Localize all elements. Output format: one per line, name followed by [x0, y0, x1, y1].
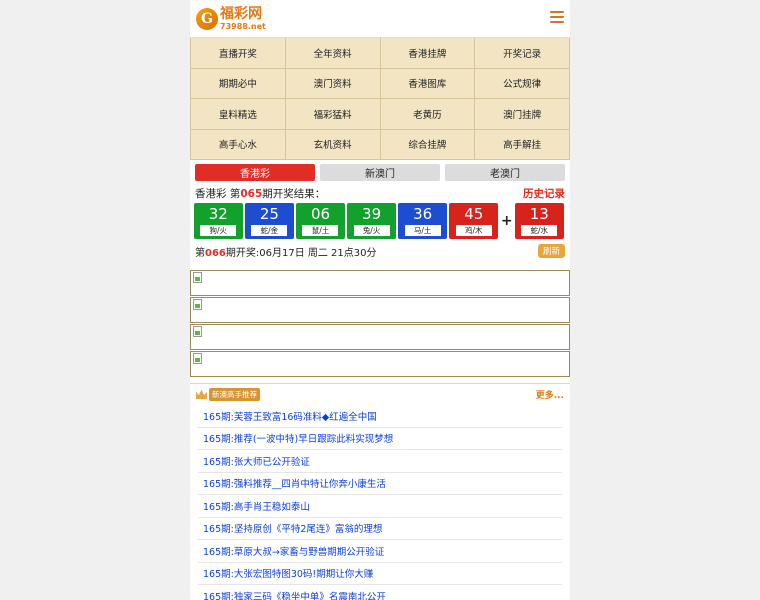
nav-grid: 直播开奖 全年资料 香港挂牌 开奖记录期期必中 澳门资料 香港图库 公式规律皇料精选 福彩猛料… — [190, 38, 570, 160]
lottery-ball: 25 蛇/金 — [245, 203, 294, 239]
banner-images — [190, 270, 570, 377]
nav-grid-item[interactable]: 皇料精选 — [191, 99, 286, 130]
menu-bar — [550, 16, 564, 18]
news-badge-label: 新澳高手推荐 — [209, 388, 260, 401]
broken-image-icon — [193, 299, 202, 310]
logo[interactable]: G 福彩网 73988.net — [196, 5, 266, 33]
result-prefix: 香港彩 第 — [195, 187, 241, 200]
lottery-tab[interactable]: 老澳门 — [445, 164, 565, 181]
news-item[interactable]: 165期:大张宏图特图30码!期期让你大赚 — [198, 563, 562, 585]
nav-grid-item[interactable]: 开奖记录 — [475, 38, 570, 69]
banner-image[interactable] — [190, 297, 570, 323]
lottery-tabs: 香港彩 新澳门 老澳门 — [190, 160, 570, 184]
logo-domain: 73988.net — [220, 22, 266, 31]
lottery-ball: 06 鼠/土 — [296, 203, 345, 239]
lottery-ball: 32 狗/火 — [194, 203, 243, 239]
news-item[interactable]: 165期:独家三码《稳坐中单》名震南北公开 — [198, 585, 562, 600]
news-item[interactable]: 165期:高手肖王稳如泰山 — [198, 495, 562, 518]
banner-image[interactable] — [190, 270, 570, 296]
banner-image[interactable] — [190, 324, 570, 350]
result-header: 香港彩 第065期开奖结果： 历史记录 — [190, 184, 570, 202]
refresh-button[interactable]: 刷新 — [537, 244, 565, 258]
broken-image-icon — [193, 272, 202, 283]
ball-number: 36 — [413, 205, 433, 223]
nav-grid-item[interactable]: 高手心水 — [191, 129, 286, 160]
more-link[interactable]: 更多... — [536, 388, 564, 401]
ball-number: 13 — [529, 205, 549, 223]
next-draw-suffix: 期开奖:06月17日 周二 21点30分 — [225, 247, 377, 259]
nav-grid-item[interactable]: 香港图库 — [380, 68, 476, 99]
nav-grid-item[interactable]: 香港挂牌 — [380, 38, 476, 69]
next-draw-text: 第066期开奖:06月17日 周二 21点30分 — [195, 244, 377, 259]
news-item[interactable]: 165期:芙蓉王致富16码准料◆红遍全中国 — [198, 405, 562, 428]
menu-bar — [550, 21, 564, 23]
ball-number: 39 — [362, 205, 382, 223]
nav-grid-item[interactable]: 直播开奖 — [191, 38, 286, 69]
ball-zodiac: 鼠/土 — [302, 225, 339, 236]
news-header: 新澳高手推荐 更多... — [190, 383, 570, 405]
ball-number: 45 — [464, 205, 484, 223]
nav-grid-item[interactable]: 公式规律 — [475, 68, 570, 99]
news-list: 165期:芙蓉王致富16码准料◆红遍全中国 165期:推荐(一波中特)早日跟踪此料… — [190, 405, 570, 600]
nav-grid-item[interactable]: 综合挂牌 — [380, 129, 476, 160]
header: G 福彩网 73988.net — [190, 0, 570, 38]
logo-mark-icon: G — [196, 8, 218, 30]
banner-image[interactable] — [190, 351, 570, 377]
logo-title: 福彩网 — [220, 6, 262, 22]
plus-sign: + — [500, 213, 513, 229]
nav-grid-item[interactable]: 全年资料 — [285, 38, 381, 69]
ball-zodiac: 蛇/水 — [521, 225, 558, 236]
draw-balls: 32 狗/火 25 蛇/金 06 鼠/土 39 兔/火 36 马/土 45 鸡/木 +13 蛇/水 — [190, 202, 570, 240]
result-suffix: 期开奖结果： — [262, 187, 326, 200]
logo-text: 福彩网 73988.net — [220, 7, 266, 31]
ball-zodiac: 蛇/金 — [251, 225, 288, 236]
nav-grid-item[interactable]: 福彩猛料 — [285, 99, 381, 130]
news-item[interactable]: 165期:张大师已公开验证 — [198, 450, 562, 473]
hamburger-menu-icon[interactable] — [550, 11, 564, 25]
next-draw-prefix: 第 — [195, 247, 205, 259]
nav-grid-item[interactable]: 玄机资料 — [285, 129, 381, 160]
menu-bar — [550, 11, 564, 13]
news-item[interactable]: 165期:强料推荐__四肖中特让你奔小康生活 — [198, 473, 562, 495]
lottery-tab[interactable]: 香港彩 — [195, 164, 315, 181]
ball-zodiac: 马/土 — [404, 225, 441, 236]
lottery-ball: 36 马/土 — [398, 203, 447, 239]
nav-grid-item[interactable]: 期期必中 — [191, 68, 286, 99]
news-item[interactable]: 165期:推荐(一波中特)早日跟踪此料实现梦想 — [198, 428, 562, 450]
nav-grid-item[interactable]: 澳门资料 — [285, 68, 381, 99]
special-ball: 13 蛇/水 — [514, 203, 564, 239]
lottery-tab[interactable]: 新澳门 — [320, 164, 440, 181]
ball-zodiac: 鸡/木 — [455, 225, 492, 236]
page-container: G 福彩网 73988.net 直播开奖 全年资料 香港挂牌 开奖记录期期必中 澳门资料… — [190, 0, 570, 600]
nav-grid-item[interactable]: 高手解挂 — [475, 129, 570, 160]
crown-icon — [196, 390, 207, 399]
lottery-ball: 39 兔/火 — [347, 203, 396, 239]
news-badge: 新澳高手推荐 — [196, 388, 260, 401]
next-draw-row: 第066期开奖:06月17日 周二 21点30分 刷新 — [190, 240, 570, 262]
news-item[interactable]: 165期:草原大叔→家畜与野兽期期公开验证 — [198, 540, 562, 563]
history-link[interactable]: 历史记录 — [523, 186, 565, 201]
broken-image-icon — [193, 353, 202, 364]
ball-number: 32 — [208, 205, 228, 223]
lottery-ball: 45 鸡/木 — [449, 203, 499, 239]
ball-number: 25 — [259, 205, 279, 223]
nav-grid-item[interactable]: 澳门挂牌 — [475, 99, 570, 130]
nav-grid-item[interactable]: 老黄历 — [380, 99, 476, 130]
next-draw-issue: 066 — [205, 247, 226, 259]
news-item[interactable]: 165期:坚持原创《平特2尾连》富翁的理想 — [198, 518, 562, 540]
result-title: 香港彩 第065期开奖结果： — [195, 186, 325, 201]
ball-number: 06 — [310, 205, 331, 223]
result-issue: 065 — [240, 187, 263, 200]
ball-zodiac: 狗/火 — [200, 225, 237, 236]
ball-zodiac: 兔/火 — [353, 225, 390, 236]
broken-image-icon — [193, 326, 202, 337]
